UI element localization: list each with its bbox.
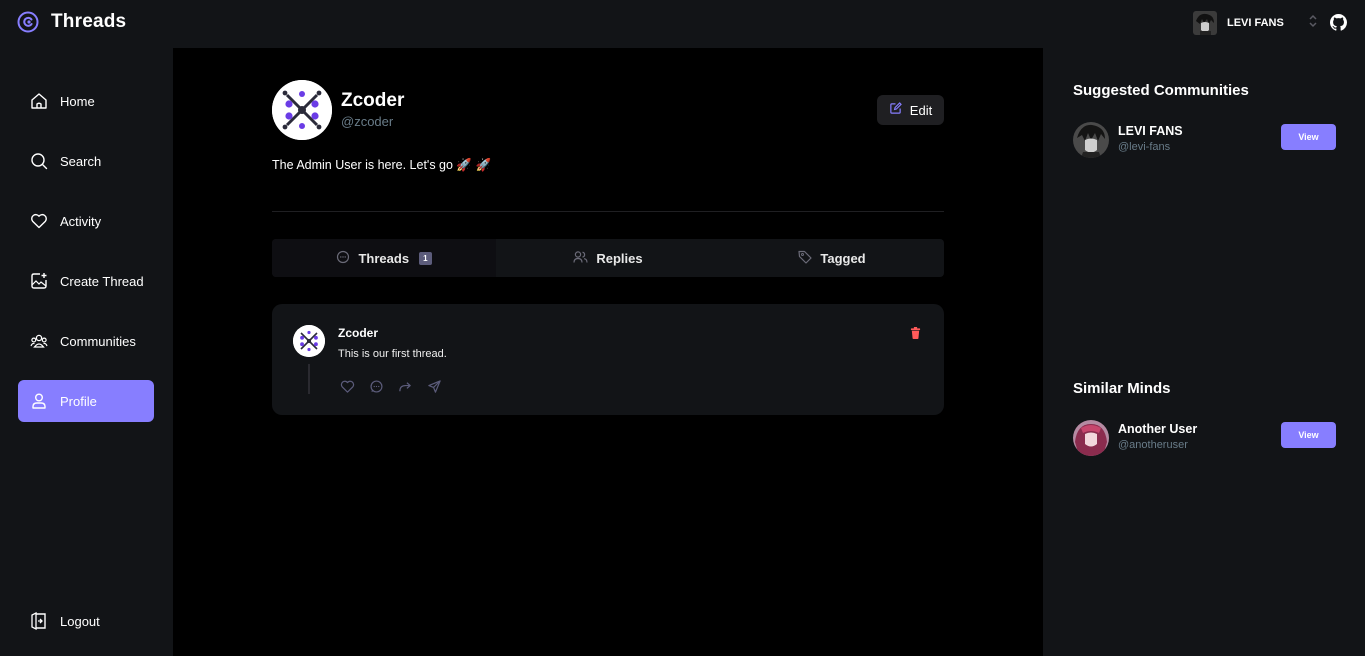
org-name: LEVI FANS xyxy=(1227,17,1284,29)
threads-logo-icon xyxy=(17,11,39,33)
community-handle: @levi-fans xyxy=(1118,141,1171,153)
brand[interactable]: Threads xyxy=(17,11,126,33)
share-icon[interactable] xyxy=(427,379,442,394)
sidebar-item-home[interactable]: Home xyxy=(18,80,154,122)
community-avatar[interactable] xyxy=(1073,122,1109,158)
sidebar-item-label: Home xyxy=(60,93,95,109)
sidebar-item-label: Activity xyxy=(60,213,102,229)
edit-label: Edit xyxy=(909,102,933,118)
view-user-button[interactable]: View xyxy=(1281,422,1336,448)
heart-icon xyxy=(30,212,48,230)
logout-icon xyxy=(30,612,48,630)
sidebar-item-label: Create Thread xyxy=(60,273,144,289)
user-card: Another User @anotheruser View xyxy=(1073,420,1336,458)
logout-button[interactable]: Logout xyxy=(18,600,154,642)
main-content: Zcoder @zcoder Edit The Admin User is he… xyxy=(173,48,1043,656)
thread-text: This is our first thread. xyxy=(338,348,447,360)
thread-line xyxy=(308,364,310,394)
github-icon[interactable] xyxy=(1330,14,1347,36)
tab-label: Replies xyxy=(596,250,643,266)
thread-author[interactable]: Zcoder xyxy=(338,326,378,340)
chat-bubble-icon xyxy=(336,250,350,267)
sidebar-item-profile[interactable]: Profile xyxy=(18,380,154,422)
communities-icon xyxy=(30,332,48,350)
edit-icon xyxy=(889,102,902,118)
profile-tabs: Threads 1 Replies Tagged xyxy=(272,239,944,277)
tab-replies[interactable]: Replies xyxy=(496,239,720,277)
sidebar-item-label: Search xyxy=(60,153,102,169)
sidebar-item-activity[interactable]: Activity xyxy=(18,200,154,242)
sidebar-item-label: Communities xyxy=(60,333,136,349)
repost-icon[interactable] xyxy=(398,379,413,394)
right-sidebar: Suggested Communities LEVI FANS @levi-fa… xyxy=(1044,48,1365,656)
divider xyxy=(272,211,944,212)
community-card: LEVI FANS @levi-fans View xyxy=(1073,122,1336,160)
user-handle: @anotheruser xyxy=(1118,439,1188,451)
tab-label: Threads xyxy=(358,250,410,266)
thread-card: Zcoder This is our first thread. xyxy=(272,304,944,415)
user-avatar[interactable] xyxy=(1073,420,1109,456)
user-name: Another User xyxy=(1118,422,1198,436)
search-icon xyxy=(30,152,48,170)
thread-actions xyxy=(340,379,442,394)
members-icon xyxy=(573,250,588,267)
app-title: Threads xyxy=(51,11,127,32)
delete-icon[interactable] xyxy=(910,326,921,344)
tag-icon xyxy=(798,250,812,267)
tab-tagged[interactable]: Tagged xyxy=(720,239,944,277)
sidebar-item-label: Profile xyxy=(60,393,97,409)
threads-count-badge: 1 xyxy=(419,251,432,265)
sidebar-item-search[interactable]: Search xyxy=(18,140,154,182)
tab-threads[interactable]: Threads 1 xyxy=(272,239,496,277)
sidebar-item-communities[interactable]: Communities xyxy=(18,320,154,362)
community-name: LEVI FANS xyxy=(1118,124,1183,138)
sidebar-item-create-thread[interactable]: Create Thread xyxy=(18,260,154,302)
reply-icon[interactable] xyxy=(369,379,384,394)
organization-switcher[interactable]: LEVI FANS xyxy=(1193,11,1318,35)
profile-bio: The Admin User is here. Let's go 🚀 🚀 xyxy=(272,158,492,172)
chevron-up-down-icon[interactable] xyxy=(1308,13,1318,34)
suggested-communities-title: Suggested Communities xyxy=(1073,82,1249,99)
profile-handle: @zcoder xyxy=(341,114,394,129)
left-sidebar: Home Search Activity Create Thread Commu… xyxy=(0,48,172,656)
home-icon xyxy=(30,92,48,110)
view-community-button[interactable]: View xyxy=(1281,124,1336,150)
heart-icon[interactable] xyxy=(340,379,355,394)
logout-label: Logout xyxy=(60,613,100,629)
thread-author-avatar[interactable] xyxy=(293,325,325,357)
profile-name: Zcoder xyxy=(341,90,405,111)
top-bar: Threads LEVI FANS xyxy=(0,0,1365,48)
edit-profile-button[interactable]: Edit xyxy=(877,95,944,125)
user-icon xyxy=(30,392,48,410)
tab-label: Tagged xyxy=(820,250,866,266)
similar-minds-title: Similar Minds xyxy=(1073,380,1171,397)
create-thread-icon xyxy=(30,272,48,290)
org-avatar xyxy=(1193,11,1217,35)
profile-avatar xyxy=(272,80,332,140)
